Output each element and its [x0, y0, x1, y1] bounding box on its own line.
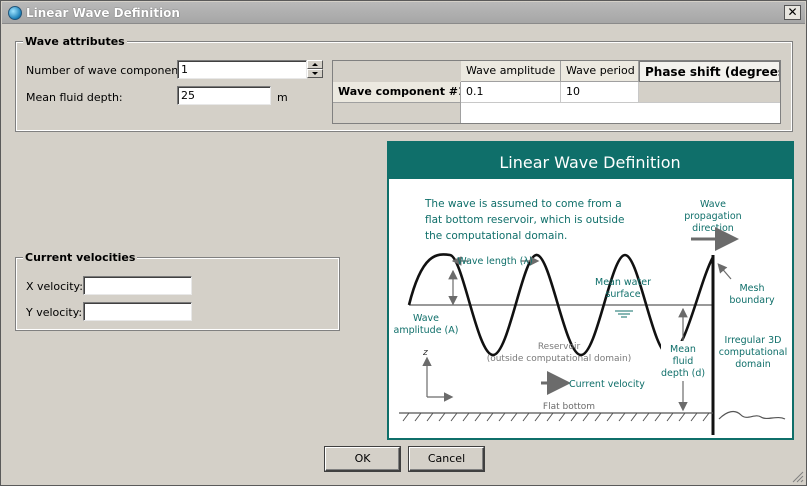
irregular-line-1: Irregular 3D — [725, 335, 782, 346]
depth-line-2: fluid — [673, 356, 694, 367]
irregular-line-3: domain — [735, 359, 771, 370]
y-velocity-label: Y velocity: — [26, 306, 83, 319]
x-velocity-input[interactable] — [83, 276, 192, 295]
num-components-label: Number of wave components: — [26, 64, 192, 77]
wave-diagram: Linear Wave Definition The wave is assum… — [387, 141, 794, 440]
column-header-period[interactable]: Wave period — [561, 61, 639, 82]
mesh-boundary-line-1: Mesh — [739, 283, 764, 294]
cell-phase[interactable] — [639, 82, 780, 103]
reservoir-line-2: (outside computational domain) — [487, 354, 632, 364]
depth-unit-label: m — [277, 91, 288, 104]
depth-label: Mean fluid depth: — [26, 91, 123, 104]
spin-down-icon[interactable] — [307, 69, 323, 78]
intro-line-3: the computational domain. — [425, 230, 567, 242]
mesh-boundary-line-2: boundary — [729, 295, 775, 306]
amplitude-line-1: Wave — [413, 313, 439, 324]
app-icon — [8, 6, 22, 20]
propagation-line-2: propagation — [684, 211, 741, 222]
propagation-line-1: Wave — [700, 199, 726, 210]
table-empty-row-header — [333, 103, 461, 123]
ok-button[interactable]: OK — [325, 447, 400, 471]
depth-input[interactable]: 25 — [177, 86, 271, 105]
wave-diagram-svg: Linear Wave Definition The wave is assum… — [389, 143, 792, 438]
flat-bottom-label: Flat bottom — [543, 402, 595, 412]
wave-attributes-title: Wave attributes — [23, 35, 127, 48]
row-header-component-1[interactable]: Wave component #1 — [333, 82, 461, 103]
window-title: Linear Wave Definition — [26, 6, 180, 20]
dialog-window: Linear Wave Definition ✕ Wave attributes… — [0, 0, 807, 486]
wave-table: Wave amplitude Wave period Phase shift (… — [332, 60, 781, 124]
mean-water-line-1: Mean water — [595, 277, 651, 288]
num-components-input[interactable]: 1 — [177, 60, 307, 79]
close-button[interactable]: ✕ — [784, 5, 801, 20]
depth-line-3: depth (d) — [661, 368, 705, 379]
y-velocity-input[interactable] — [83, 302, 192, 321]
mean-water-line-2: surface — [605, 289, 640, 300]
column-header-amplitude[interactable]: Wave amplitude — [461, 61, 561, 82]
intro-line-2: flat bottom reservoir, which is outside — [425, 214, 625, 226]
title-bar[interactable]: Linear Wave Definition ✕ — [2, 2, 805, 24]
wave-length-label: Wave length (λ) — [457, 256, 532, 267]
num-components-spinner[interactable] — [307, 60, 323, 79]
spin-up-icon[interactable] — [307, 60, 323, 69]
current-velocity-label: Current velocity — [569, 379, 645, 390]
z-axis-label: z — [422, 348, 428, 358]
reservoir-line-1: Reservoir — [538, 342, 581, 352]
close-icon: ✕ — [787, 5, 798, 19]
diagram-title: Linear Wave Definition — [499, 153, 680, 172]
cancel-button[interactable]: Cancel — [409, 447, 484, 471]
current-velocities-title: Current velocities — [23, 251, 138, 264]
cell-period[interactable]: 10 — [561, 82, 639, 103]
irregular-line-2: computational — [719, 347, 788, 358]
propagation-line-3: direction — [692, 223, 734, 234]
table-corner — [333, 61, 461, 82]
column-header-phase[interactable]: Phase shift (degrees) — [639, 61, 780, 82]
resize-grip-icon[interactable] — [792, 471, 804, 483]
amplitude-line-2: amplitude (A) — [394, 325, 459, 336]
depth-line-1: Mean — [670, 344, 696, 355]
cell-amplitude[interactable]: 0.1 — [461, 82, 561, 103]
intro-line-1: The wave is assumed to come from a — [424, 198, 622, 210]
x-velocity-label: X velocity: — [26, 280, 83, 293]
